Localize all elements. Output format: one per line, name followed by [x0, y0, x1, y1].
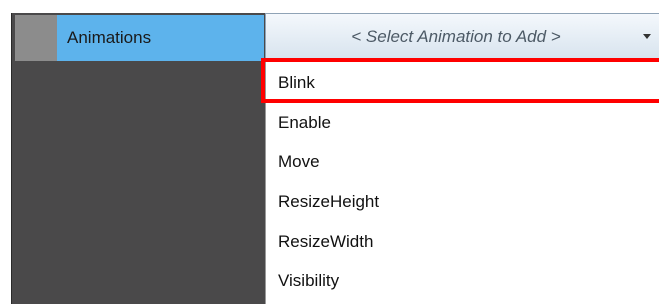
dropdown-item-move[interactable]: Move — [278, 142, 320, 182]
dropdown-item-resizewidth[interactable]: ResizeWidth — [278, 222, 373, 262]
dropdown-item-visibility[interactable]: Visibility — [278, 261, 339, 301]
dropdown-arrow-icon[interactable] — [643, 34, 651, 39]
dropdown-item-enable[interactable]: Enable — [278, 103, 331, 143]
window: Animations < Select Animation to Add > B… — [0, 0, 659, 304]
animation-dropdown-list: Blink Enable Move ResizeHeight ResizeWid… — [265, 61, 659, 304]
left-edge — [0, 0, 11, 304]
dropdown-item-blink[interactable]: Blink — [278, 63, 315, 103]
animation-select-combobox[interactable]: < Select Animation to Add > — [265, 13, 659, 61]
top-strip — [11, 0, 659, 13]
property-label-animations[interactable]: Animations — [57, 15, 264, 61]
row-gutter — [15, 15, 57, 61]
dropdown-item-resizeheight[interactable]: ResizeHeight — [278, 182, 379, 222]
combo-placeholder: < Select Animation to Add > — [351, 27, 561, 46]
